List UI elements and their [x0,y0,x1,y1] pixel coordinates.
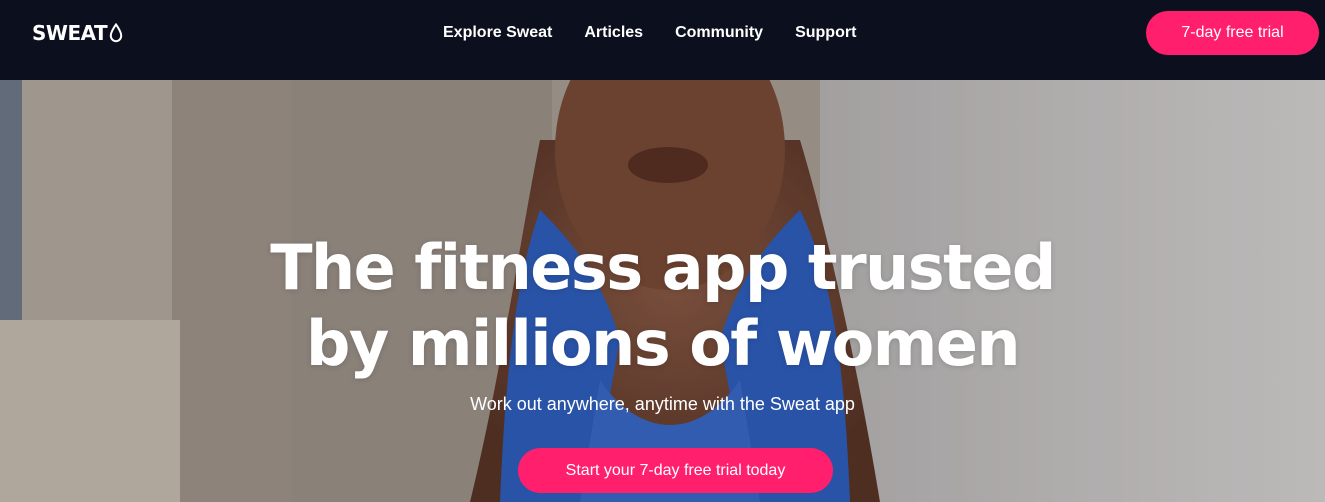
nav-link-community[interactable]: Community [675,23,763,43]
water-drop-icon [110,23,123,43]
nav-link-articles[interactable]: Articles [584,23,643,43]
hero-subtitle: Work out anywhere, anytime with the Swea… [470,394,855,414]
nav-link-support[interactable]: Support [795,23,856,43]
start-free-trial-button[interactable]: Start your 7-day free trial today [518,448,833,493]
hero-title-line-2: by millions of women [305,307,1021,380]
sweat-logo[interactable]: SWEAT [32,21,123,45]
nav-link-explore-sweat[interactable]: Explore Sweat [443,23,552,43]
logo-text: SWEAT [32,21,108,45]
top-navigation: SWEAT Explore Sweat Articles Community S… [0,0,1325,80]
free-trial-button[interactable]: 7-day free trial [1146,11,1319,55]
hero-title-line-1: The fitness app trusted [270,231,1056,304]
hero-title: The fitness app trusted by millions of w… [0,230,1325,382]
main-nav: Explore Sweat Articles Community Support [443,23,888,43]
hero-section: The fitness app trusted by millions of w… [0,80,1325,502]
